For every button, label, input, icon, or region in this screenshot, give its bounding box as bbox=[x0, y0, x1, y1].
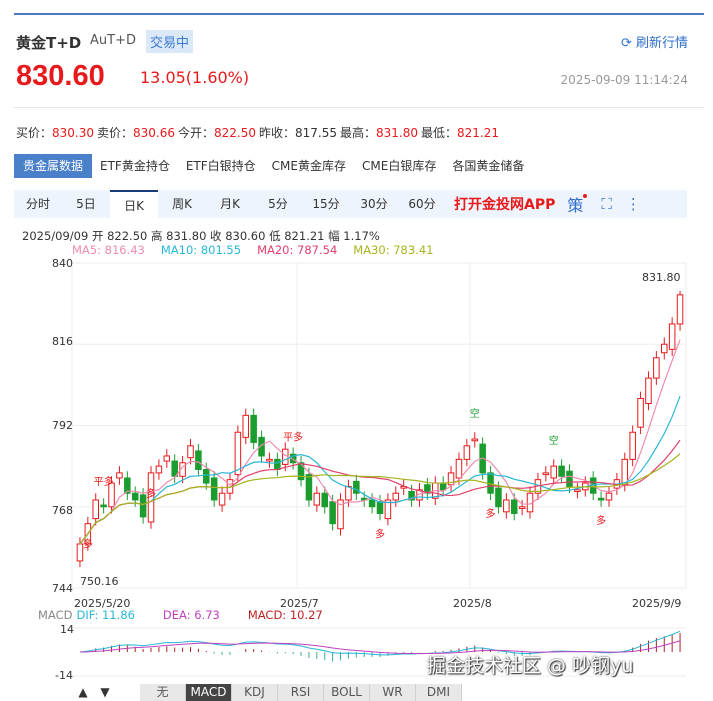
candle-body bbox=[242, 414, 250, 438]
candle-body bbox=[116, 472, 123, 479]
candle-body bbox=[439, 482, 447, 491]
min-label: 750.16 bbox=[80, 575, 119, 588]
signal-annotation: 平多 bbox=[283, 431, 303, 444]
candle-body bbox=[645, 377, 652, 404]
watermark: 掘金技术社区 @ 吵钢yu bbox=[427, 655, 634, 677]
candle-body bbox=[637, 397, 644, 428]
candle-body bbox=[574, 489, 581, 493]
tab-wr[interactable]: WR bbox=[370, 684, 416, 701]
signal-annotation: 多 bbox=[146, 487, 156, 500]
candle-body bbox=[503, 499, 510, 513]
candle-body bbox=[392, 492, 400, 501]
candle-body bbox=[566, 470, 573, 487]
tab-macd[interactable]: MACD bbox=[186, 684, 232, 701]
kline-chart[interactable]: 平多多多平多多空多空多 bbox=[0, 0, 713, 701]
candle-body bbox=[100, 504, 107, 508]
candle-body bbox=[376, 501, 384, 515]
tab-boll[interactable]: BOLL bbox=[324, 684, 370, 701]
candle-body bbox=[203, 469, 210, 484]
candle-body bbox=[558, 465, 565, 477]
candle-body bbox=[187, 445, 194, 459]
candle-body bbox=[195, 450, 202, 471]
macd-value-label: MACD: 10.27 bbox=[247, 608, 323, 622]
candle-body bbox=[668, 323, 676, 350]
candle-body bbox=[653, 357, 660, 379]
candle-body bbox=[131, 492, 139, 501]
max-label: 831.80 bbox=[642, 271, 681, 284]
candle-body bbox=[155, 465, 163, 474]
dea-label: DEA: 6.73 bbox=[162, 608, 220, 622]
ytick: 744 bbox=[52, 582, 73, 595]
candle-body bbox=[345, 485, 352, 501]
candle-body bbox=[266, 458, 273, 462]
tab-kdj[interactable]: KDJ bbox=[232, 684, 278, 701]
scroll-up-button[interactable]: ▲ bbox=[72, 684, 94, 701]
signal-annotation: 多 bbox=[486, 507, 496, 520]
indicator-tabs: ▲ ▼ 无 MACD KDJ RSI BOLL WR DMI bbox=[72, 684, 462, 701]
candle-body bbox=[368, 499, 376, 508]
ma10-line bbox=[79, 395, 681, 545]
candle-body bbox=[676, 294, 684, 325]
ytick: 840 bbox=[52, 257, 73, 270]
signal-annotation: 多 bbox=[375, 528, 385, 541]
signal-annotation: 空 bbox=[470, 407, 480, 420]
candle-body bbox=[518, 506, 526, 509]
candle-body bbox=[321, 492, 328, 508]
candle-body bbox=[210, 477, 218, 501]
candle-body bbox=[274, 458, 281, 471]
candle-body bbox=[471, 438, 479, 442]
xtick: 2025/9/9 bbox=[632, 597, 682, 610]
candle-body bbox=[250, 414, 257, 443]
macd-ytick: 14 bbox=[60, 623, 74, 636]
signal-annotation: 多 bbox=[596, 514, 606, 527]
signal-annotation: 空 bbox=[549, 434, 559, 447]
ytick: 816 bbox=[52, 335, 73, 348]
candle-body bbox=[629, 431, 636, 460]
tab-dmi[interactable]: DMI bbox=[416, 684, 462, 701]
candle-body bbox=[605, 492, 613, 501]
signal-annotation: 多 bbox=[83, 538, 93, 551]
signal-annotation: 平多 bbox=[94, 475, 114, 488]
scroll-down-button[interactable]: ▼ bbox=[94, 684, 116, 701]
ytick: 792 bbox=[52, 419, 73, 432]
candle-body bbox=[660, 343, 668, 354]
tab-rsi[interactable]: RSI bbox=[278, 684, 324, 701]
candle-body bbox=[463, 445, 471, 460]
dif-label: DIF: 11.86 bbox=[76, 608, 135, 622]
candle-body bbox=[550, 465, 557, 479]
macd-legend: MACD DIF: 11.86 DEA: 6.73 MACD: 10.27 bbox=[38, 608, 323, 622]
candle-body bbox=[92, 499, 100, 520]
candle-body bbox=[621, 458, 629, 486]
candle-body bbox=[510, 499, 518, 515]
ytick: 768 bbox=[52, 504, 73, 517]
candle-body bbox=[329, 501, 336, 525]
candle-body bbox=[597, 497, 605, 501]
candle-body bbox=[163, 455, 171, 462]
candle-body bbox=[542, 472, 550, 476]
tab-none[interactable]: 无 bbox=[140, 684, 186, 701]
candle-body bbox=[455, 458, 463, 479]
candle-body bbox=[218, 492, 226, 506]
candle-body bbox=[495, 487, 502, 508]
candle-body bbox=[313, 492, 321, 506]
xtick: 2025/8 bbox=[453, 597, 492, 610]
macd-ytick: -14 bbox=[55, 669, 73, 682]
candle-body bbox=[305, 474, 313, 501]
macd-name: MACD bbox=[38, 608, 73, 622]
